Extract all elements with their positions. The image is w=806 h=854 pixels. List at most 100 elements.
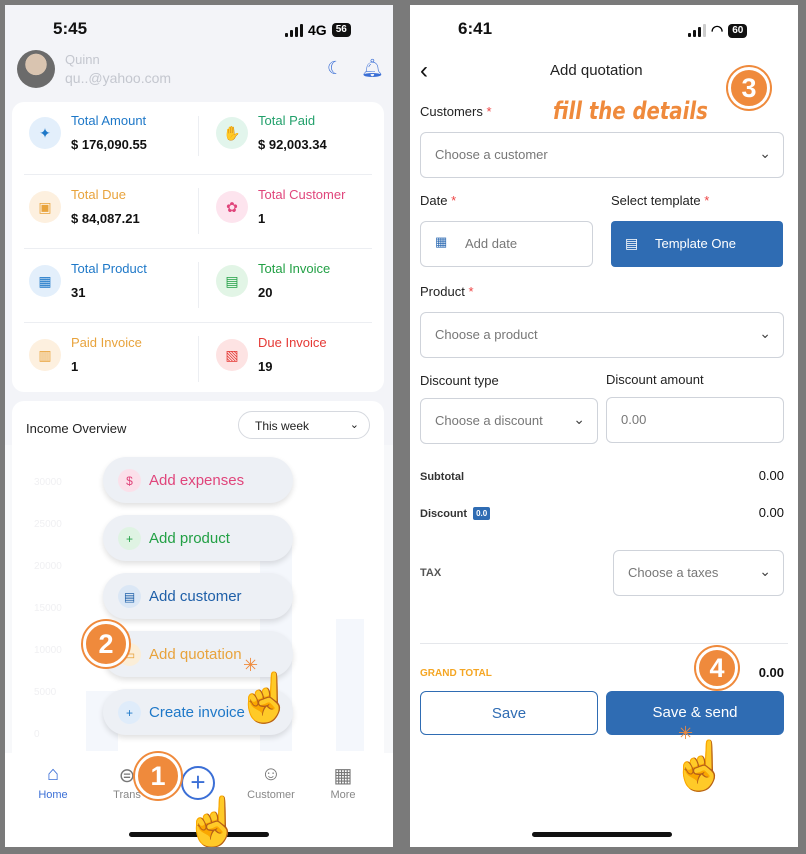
stat-value: 1 [71,359,79,374]
customers-label: Customers * [420,104,492,119]
tax-select[interactable]: Choose a taxes ⌄ [613,550,784,596]
menu-item-label: Create invoice [149,704,245,721]
template-select[interactable]: ▤ Template One [611,221,783,267]
phone-add-quotation: 6:41 ◠ 60 ‹ Add quotation 3 fill the det… [410,5,798,847]
period-select[interactable]: This week ⌄ [238,411,370,439]
bell-icon[interactable]: 🔔︎ [361,58,384,79]
stat-label: Due Invoice [258,335,327,350]
date-field[interactable]: ▦ Add date [420,221,593,267]
stat-icon: ✿ [216,191,248,223]
customer-icon: ☺ [260,763,282,785]
discount-type-placeholder: Choose a discount [435,413,543,428]
template-value: Template One [655,236,736,251]
tax-label: TAX [420,567,442,579]
nav-customer[interactable]: ☺ Customer [241,763,301,801]
grand-total-value: 0.00 [758,665,784,680]
chevron-down-icon: ⌄ [573,411,585,427]
back-icon[interactable]: ‹ [420,57,428,85]
home-indicator [532,832,672,837]
required-marker: * [451,193,457,208]
stat-icon: ▥ [29,339,61,371]
menu-item-icon: $ [118,469,141,492]
grid-icon: ▦ [333,765,353,787]
stat-item: ▣ Total Due $ 84,087.21 [17,179,197,239]
chevron-down-icon: ⌄ [349,419,359,431]
status-indicators: 4G 56 [285,22,351,38]
nav-more[interactable]: ▦ More [313,763,373,801]
discount-amount-placeholder: 0.00 [621,412,647,427]
stat-item: ▤ Total Invoice 20 [204,253,384,313]
discount-label-text: Discount [420,508,468,520]
menu-item-icon: ▤ [118,585,141,608]
stat-icon: ▦ [29,265,61,297]
template-label: Select template * [611,193,709,208]
chevron-down-icon: ⌄ [759,145,771,161]
date-placeholder: Add date [465,236,518,251]
avatar[interactable] [17,50,55,88]
required-marker: * [468,284,474,299]
stat-icon: ✋ [216,117,248,149]
pointing-hand-icon: ☝ [235,672,295,725]
subtotal-value: 0.00 [758,468,784,483]
user-email: qu..@yahoo.com [65,70,172,86]
menu-item-label: Add quotation [149,646,242,663]
stat-icon: ▧ [216,339,248,371]
discount-amount-input[interactable]: 0.00 [606,397,784,443]
menu-item-add-customer[interactable]: ▤ Add customer [103,573,293,619]
required-marker: * [704,193,710,208]
discount-badge: 0.0 [473,507,491,520]
save-button[interactable]: Save [420,691,598,735]
stat-item: ✿ Total Customer 1 [204,179,384,239]
status-indicators: ◠ 60 [688,22,748,39]
stat-icon: ▣ [29,191,61,223]
date-label: Date * [420,193,456,208]
product-label-text: Product [420,284,465,299]
date-label-text: Date [420,193,448,208]
nav-trans-label: Trans [113,789,141,801]
period-value: This week [255,419,310,433]
save-send-button[interactable]: Save & send [606,691,784,735]
customers-label-text: Customers [420,104,483,119]
stat-value: $ 84,087.21 [71,211,140,226]
menu-item-add-expenses[interactable]: $ Add expenses [103,457,293,503]
step-badge: 4 [696,647,738,689]
stat-item: ✋ Total Paid $ 92,003.34 [204,105,384,165]
chevron-down-icon: ⌄ [759,563,771,579]
menu-item-icon: + [118,701,141,724]
nav-home[interactable]: ⌂ Home [23,763,83,801]
signal-icon [285,23,303,37]
stat-label: Total Amount [71,113,147,128]
divider [420,643,788,644]
stat-icon: ▤ [216,265,248,297]
chevron-down-icon: ⌄ [759,325,771,341]
status-time: 6:41 [458,19,493,38]
menu-item-label: Add customer [149,588,242,605]
menu-item-icon: + [118,527,141,550]
stat-label: Total Due [71,187,126,202]
dark-mode-icon[interactable]: ☾ [327,58,343,79]
calendar-icon: ▦ [435,234,448,249]
stat-icon: ✦ [29,117,61,149]
pointing-hand-icon: ☝ [183,796,243,847]
menu-item-label: Add product [149,530,230,547]
stat-item: ✦ Total Amount $ 176,090.55 [17,105,197,165]
pointing-hand-icon: ☝ [670,740,730,793]
user-name: Quinn [65,52,100,67]
required-marker: * [486,104,492,119]
product-select[interactable]: Choose a product ⌄ [420,312,784,358]
stat-label: Total Product [71,261,147,276]
user-header: Quinn qu..@yahoo.com ☾ 🔔︎ [17,50,384,90]
stat-value: 1 [258,211,266,226]
menu-item-add-product[interactable]: + Add product [103,515,293,561]
step-badge: 3 [728,67,770,109]
discount-amount-label: Discount amount [606,372,704,387]
discount-value: 0.00 [758,505,784,520]
stat-value: 31 [71,285,86,300]
stat-item: ▧ Due Invoice 19 [204,327,384,387]
product-label: Product * [420,284,474,299]
customer-select[interactable]: Choose a customer ⌄ [420,132,784,178]
stat-label: Total Paid [258,113,316,128]
battery-icon: 60 [728,23,748,38]
discount-type-select[interactable]: Choose a discount ⌄ [420,398,598,444]
template-icon: ▤ [625,235,639,251]
